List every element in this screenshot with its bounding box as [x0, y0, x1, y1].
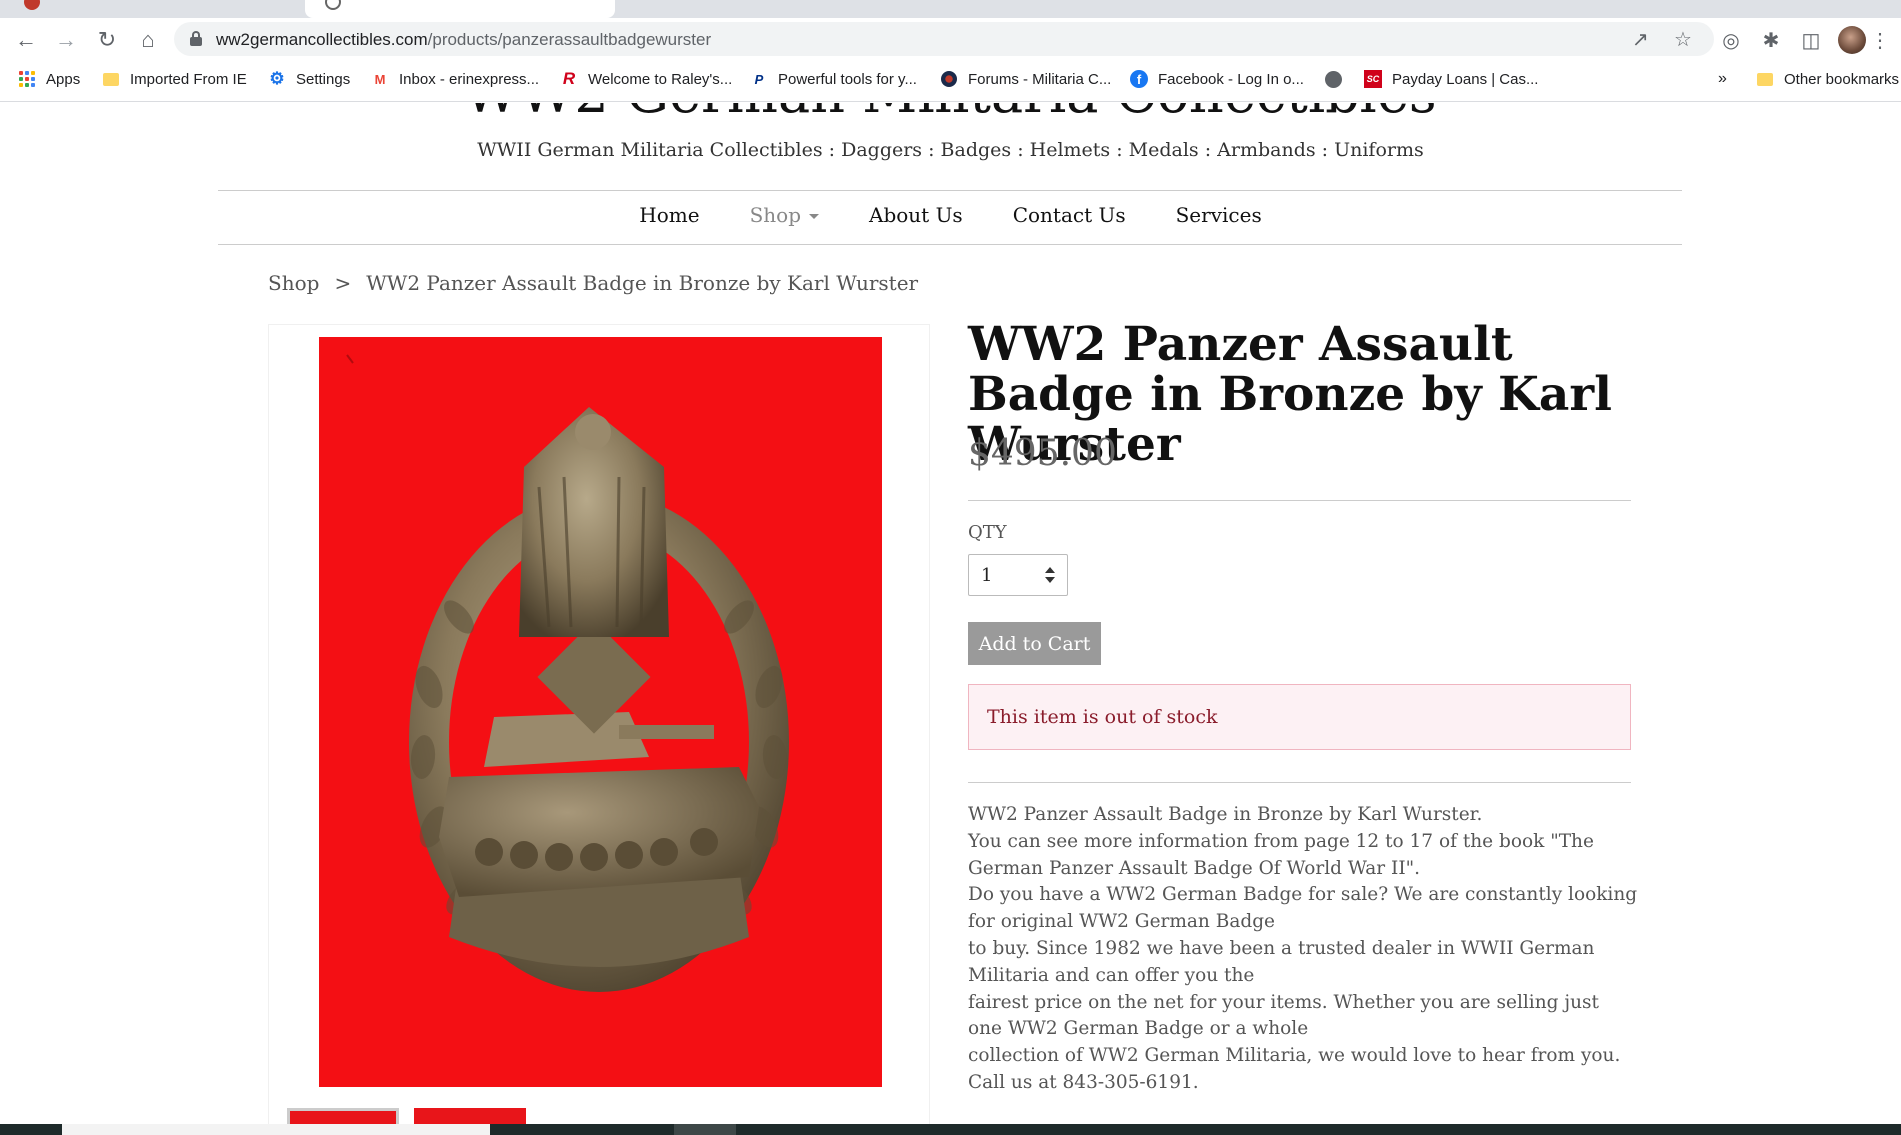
nav-bottom-rule [218, 244, 1682, 245]
back-icon[interactable]: ← [12, 26, 40, 54]
description-line: to buy. Since 1982 we have been a truste… [968, 937, 1595, 986]
product-price: $495.00 [968, 433, 1117, 474]
bookmark-globe[interactable] [1324, 70, 1352, 88]
description-line: WW2 Panzer Assault Badge in Bronze by Ka… [968, 804, 1483, 825]
bookmark-payday[interactable]: SC Payday Loans | Cas... [1364, 70, 1538, 88]
bookmark-settings[interactable]: ⚙ Settings [268, 69, 351, 88]
nav-contact-us[interactable]: Contact Us [1013, 203, 1126, 227]
panzer-badge-illustration [346, 354, 789, 992]
nav-services[interactable]: Services [1176, 203, 1262, 227]
taskbar-search-box[interactable] [62, 1124, 490, 1135]
apps-grid-icon [18, 70, 36, 88]
share-icon[interactable]: ↗ [1632, 27, 1649, 52]
folder-icon [1756, 70, 1774, 88]
gmail-icon: M [374, 71, 386, 87]
quantity-stepper[interactable] [968, 554, 1068, 596]
description-line: fairest price on the net for your items.… [968, 991, 1599, 1040]
paypal-icon: P [754, 71, 764, 87]
bookmarks-overflow[interactable]: » [1718, 70, 1727, 88]
bookmark-label: Payday Loans | Cas... [1392, 70, 1539, 88]
reload-icon[interactable]: ↻ [93, 26, 121, 54]
bookmark-paypal[interactable]: P Powerful tools for y... [750, 70, 917, 88]
bookmark-label: Powerful tools for y... [778, 70, 917, 88]
qty-label: QTY [968, 522, 1007, 543]
bookmark-label: Forums - Militaria C... [968, 70, 1112, 88]
site-tagline: WWII German Militaria Collectibles : Dag… [477, 139, 1424, 161]
breadcrumb: Shop > WW2 Panzer Assault Badge in Bronze … [268, 271, 918, 295]
price-divider [968, 500, 1631, 501]
bookmark-label: Apps [46, 70, 81, 88]
menu-dots-icon[interactable]: ⋮ [1870, 27, 1890, 53]
description-line: Do you have a WW2 German Badge for sale?… [968, 884, 1638, 933]
forward-icon[interactable]: → [52, 26, 80, 54]
browser-toolbar: ← → ↻ ⌂ ww2germancollectibles.com/produc… [0, 18, 1901, 60]
nav-shop[interactable]: Shop [749, 203, 820, 227]
tab-favicon [24, 0, 40, 10]
os-taskbar [0, 1124, 1901, 1135]
bookmark-inbox[interactable]: M Inbox - erinexpress... [371, 70, 539, 88]
star-icon[interactable]: ☆ [1674, 27, 1692, 52]
facebook-icon: f [1130, 70, 1148, 88]
bookmark-other-bookmarks[interactable]: Other bookmarks [1756, 70, 1899, 88]
raleys-icon: R [562, 69, 576, 88]
extension-sync-icon[interactable]: ◎ [1718, 27, 1744, 53]
bookmark-apps[interactable]: Apps [18, 70, 80, 88]
url-text[interactable]: ww2germancollectibles.com/products/panze… [216, 30, 711, 50]
out-of-stock-message: This item is out of stock [987, 706, 1218, 728]
nav-home[interactable]: Home [639, 203, 699, 227]
home-icon[interactable]: ⌂ [134, 26, 162, 54]
breadcrumb-shop[interactable]: Shop [268, 271, 319, 295]
address-bar[interactable]: ww2germancollectibles.com/products/panze… [174, 22, 1714, 56]
tab-strip [0, 0, 1901, 18]
bookmark-label: Facebook - Log In o... [1158, 70, 1304, 88]
nav-top-rule [218, 190, 1682, 191]
description-line: You can see more information from page 1… [968, 830, 1594, 879]
url-host: ww2germancollectibles.com [216, 30, 428, 49]
product-description: WW2 Panzer Assault Badge in Bronze by Ka… [968, 802, 1638, 1097]
taskbar-active-app[interactable] [674, 1124, 736, 1135]
bookmark-raleys[interactable]: R Welcome to Raley's... [560, 69, 733, 88]
nav-about-us[interactable]: About Us [869, 203, 963, 227]
main-nav: Home Shop About Us Contact Us Services [0, 203, 1901, 227]
caret-down-icon [809, 214, 820, 219]
bookmark-label: Settings [296, 70, 351, 88]
description-divider [968, 782, 1631, 783]
profile-avatar[interactable] [1838, 26, 1866, 54]
tab-favicon [325, 0, 341, 10]
bookmark-forums[interactable]: Forums - Militaria C... [940, 70, 1111, 88]
description-line: collection of WW2 German Militaria, we w… [968, 1045, 1621, 1093]
forum-icon [940, 70, 958, 88]
bookmark-label: Imported From IE [130, 70, 247, 88]
url-path: /products/panzerassaultbadgewurster [427, 30, 712, 49]
quantity-input[interactable] [969, 555, 1039, 595]
folder-icon [102, 70, 120, 88]
add-to-cart-button[interactable]: Add to Cart [968, 622, 1101, 665]
out-of-stock-alert: This item is out of stock [968, 684, 1631, 750]
globe-icon [1324, 70, 1342, 88]
payday-icon: SC [1364, 70, 1382, 88]
breadcrumb-separator: > [334, 271, 352, 295]
puzzle-icon[interactable]: ✱ [1758, 27, 1784, 53]
active-tab[interactable] [305, 0, 615, 18]
stepper-arrows-icon[interactable] [1045, 567, 1055, 585]
bookmark-label: Welcome to Raley's... [588, 70, 733, 88]
bookmark-label: Other bookmarks [1784, 70, 1900, 88]
product-photo[interactable] [319, 337, 882, 1087]
nav-shop-label: Shop [749, 203, 802, 227]
bookmarks-bar: Apps Imported From IE ⚙ Settings M Inbox… [0, 60, 1901, 102]
lock-icon [190, 31, 202, 46]
breadcrumb-current: WW2 Panzer Assault Badge in Bronze by Ka… [366, 271, 919, 295]
product-gallery [268, 324, 930, 1135]
gear-icon: ⚙ [269, 69, 285, 88]
bookmark-label: Inbox - erinexpress... [399, 70, 540, 88]
side-panel-icon[interactable]: ◫ [1798, 27, 1824, 53]
bookmark-imported-from-ie[interactable]: Imported From IE [102, 70, 247, 88]
bookmark-facebook[interactable]: f Facebook - Log In o... [1130, 70, 1304, 88]
